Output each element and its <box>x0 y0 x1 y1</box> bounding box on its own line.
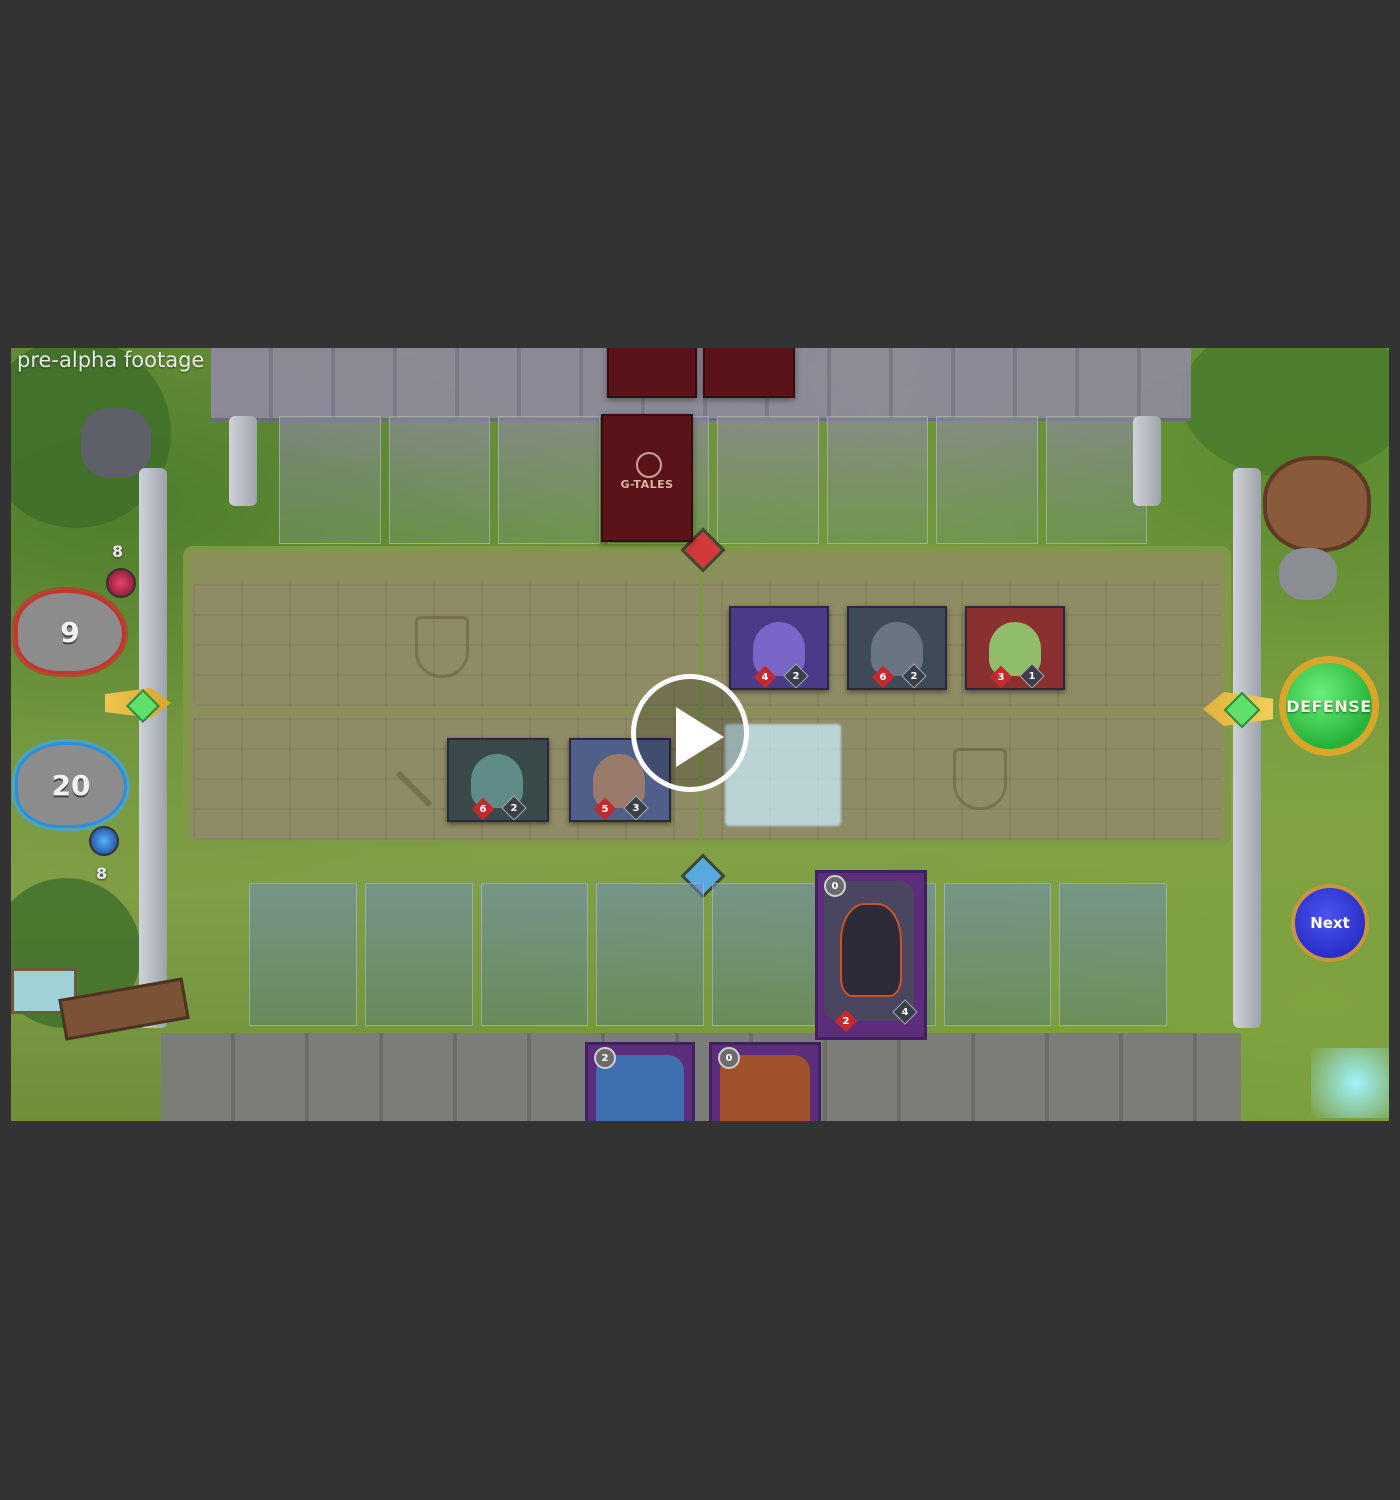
opponent-deck[interactable]: G-TALES <box>601 414 693 542</box>
back-slot <box>364 883 473 1026</box>
defense-button[interactable]: DEFENSE <box>1279 656 1379 756</box>
player-health-stone: 20 <box>15 742 127 828</box>
card-figure <box>840 903 902 997</box>
opponent-resource-orb <box>106 568 136 598</box>
health-value: 4 <box>901 1006 909 1018</box>
back-slot <box>279 416 381 544</box>
selected-card[interactable]: 0 2 4 <box>815 870 927 1040</box>
attack-value: 6 <box>879 671 887 683</box>
back-slot <box>498 416 600 544</box>
player-back-row <box>243 883 1173 1026</box>
attack-value: 3 <box>997 671 1005 683</box>
attack-value: 4 <box>761 671 769 683</box>
play-icon <box>676 707 724 767</box>
health-value: 2 <box>792 670 800 682</box>
back-slot <box>1059 883 1167 1026</box>
card-cost: 0 <box>718 1047 740 1069</box>
opponent-back-row <box>273 416 1153 544</box>
opponent-health-stone: 9 <box>15 590 125 674</box>
opponent-unit[interactable]: 4 2 <box>729 606 829 690</box>
back-slot <box>249 883 357 1026</box>
back-slot <box>596 883 704 1026</box>
bottom-stone-wall <box>161 1033 1241 1121</box>
attack-value: 6 <box>479 803 487 815</box>
opponent-deck-card <box>703 348 795 398</box>
next-button[interactable]: Next <box>1291 884 1369 962</box>
top-stone-wall <box>211 348 1191 421</box>
frame-left <box>139 468 167 1028</box>
frame-right <box>1233 468 1261 1028</box>
video-player[interactable]: G-TALES 4 2 6 2 3 1 6 2 5 3 0 2 4 2 0 8 … <box>11 348 1389 1121</box>
shield-icon <box>953 748 1007 810</box>
shield-icon <box>415 616 469 678</box>
deck-emblem-icon <box>636 452 662 478</box>
player-unit[interactable]: 6 2 <box>447 738 549 822</box>
deck-logo: G-TALES <box>620 478 674 491</box>
back-slot <box>936 416 1038 544</box>
health-value: 2 <box>910 670 918 682</box>
opponent-resource-count: 8 <box>112 542 124 561</box>
back-slot <box>712 883 820 1026</box>
player-resource-count: 8 <box>96 864 108 883</box>
rock-right <box>1279 548 1337 600</box>
hand-card[interactable]: 0 <box>709 1042 821 1121</box>
back-slot <box>943 883 1052 1026</box>
attack-value: 5 <box>601 803 609 815</box>
watermark: pre-alpha footage <box>17 348 205 372</box>
health-value: 3 <box>632 802 640 814</box>
back-slot <box>480 883 589 1026</box>
back-slot <box>826 416 928 544</box>
attack-value: 2 <box>842 1015 850 1027</box>
back-slot <box>388 416 490 544</box>
card-cost: 2 <box>594 1047 616 1069</box>
opponent-deck-card <box>607 348 697 398</box>
rock-left <box>81 408 151 478</box>
frame-top-left-post <box>229 416 257 506</box>
stump-right <box>1263 456 1371 552</box>
player-resource-orb <box>89 826 119 856</box>
card-cost: 0 <box>824 875 846 897</box>
frame-top-right-post <box>1133 416 1161 506</box>
opponent-unit[interactable]: 6 2 <box>847 606 947 690</box>
back-slot <box>1045 416 1147 544</box>
back-slot <box>717 416 819 544</box>
crystal-glow <box>1311 1048 1389 1118</box>
hand-card[interactable]: 2 <box>585 1042 695 1121</box>
play-button[interactable] <box>631 674 749 792</box>
health-value: 1 <box>1028 670 1036 682</box>
health-value: 2 <box>510 802 518 814</box>
opponent-unit[interactable]: 3 1 <box>965 606 1065 690</box>
